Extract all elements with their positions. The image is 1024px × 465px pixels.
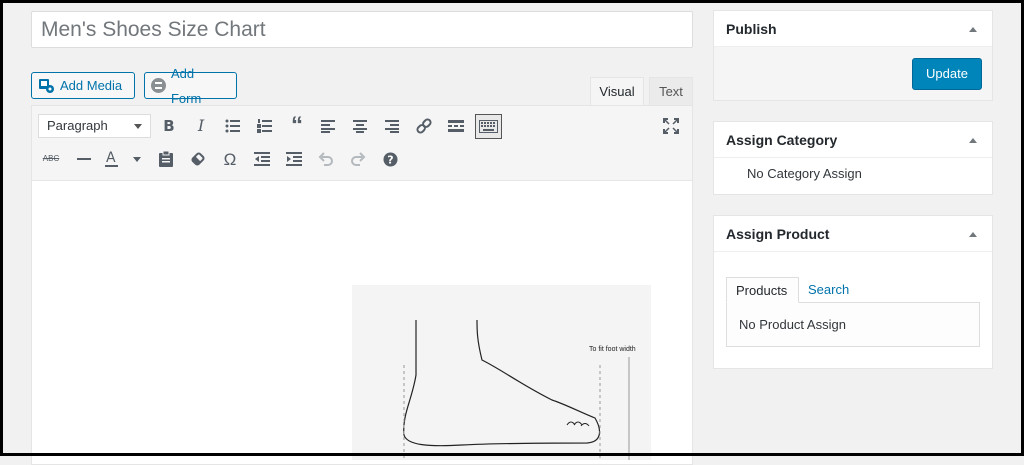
assign-product-header[interactable]: Assign Product xyxy=(714,216,992,252)
outdent-icon[interactable] xyxy=(250,147,274,171)
assign-category-header[interactable]: Assign Category xyxy=(714,122,992,158)
paste-text-icon[interactable] xyxy=(154,147,178,171)
redo-icon[interactable] xyxy=(346,147,370,171)
media-icon xyxy=(38,77,55,94)
indent-icon[interactable] xyxy=(282,147,306,171)
italic-icon[interactable]: I xyxy=(189,114,213,138)
read-more-icon[interactable] xyxy=(444,114,468,138)
publish-box-title: Publish xyxy=(726,21,777,37)
update-button[interactable]: Update xyxy=(912,58,982,90)
toolbar-toggle-icon[interactable] xyxy=(475,114,502,139)
product-empty-text: No Product Assign xyxy=(726,302,980,347)
blockquote-icon[interactable]: “ xyxy=(285,114,309,138)
fullscreen-icon[interactable] xyxy=(659,114,683,138)
publish-box: Publish Update xyxy=(713,10,993,101)
align-left-icon[interactable] xyxy=(316,114,340,138)
bulleted-list-icon[interactable] xyxy=(221,114,245,138)
horizontal-line-icon[interactable] xyxy=(72,147,96,171)
content-editor: Paragraph B I “ ABC A Ω ? To fit foot wi… xyxy=(31,105,693,465)
collapse-arrow-icon[interactable] xyxy=(969,232,977,237)
category-empty-text: No Category Assign xyxy=(747,166,862,181)
tab-products[interactable]: Products xyxy=(726,277,799,303)
add-form-label: Add Form xyxy=(170,65,202,106)
editor-content-area[interactable]: To fit foot width xyxy=(32,181,692,464)
editor-toolbar: Paragraph B I “ ABC A Ω ? xyxy=(32,106,692,181)
foot-width-label: To fit foot width xyxy=(589,346,636,353)
add-media-button[interactable]: Add Media xyxy=(31,72,135,99)
align-center-icon[interactable] xyxy=(348,114,372,138)
publish-actions: Update xyxy=(714,47,992,100)
foot-diagram-image: To fit foot width xyxy=(352,285,651,460)
assign-product-title: Assign Product xyxy=(726,226,830,242)
numbered-list-icon[interactable] xyxy=(253,114,277,138)
strikethrough-icon[interactable]: ABC xyxy=(39,147,63,171)
help-icon[interactable]: ? xyxy=(378,147,402,171)
collapse-arrow-icon[interactable] xyxy=(969,138,977,143)
special-character-icon[interactable]: Ω xyxy=(218,147,242,171)
align-right-icon[interactable] xyxy=(380,114,404,138)
add-form-button[interactable]: Add Form xyxy=(144,66,237,106)
tab-visual[interactable]: Visual xyxy=(590,77,644,106)
text-color-icon[interactable]: A xyxy=(102,147,142,171)
collapse-arrow-icon[interactable] xyxy=(969,27,977,32)
assign-product-box: Assign Product Products Search No Produc… xyxy=(713,215,993,369)
svg-text:A: A xyxy=(106,150,116,166)
assign-category-box: Assign Category No Category Assign xyxy=(713,121,993,195)
assign-category-title: Assign Category xyxy=(726,132,838,148)
svg-text:?: ? xyxy=(387,153,393,166)
clear-formatting-icon[interactable] xyxy=(186,147,210,171)
format-select[interactable]: Paragraph xyxy=(38,114,151,138)
publish-box-header[interactable]: Publish xyxy=(714,11,992,47)
link-icon[interactable] xyxy=(412,114,436,138)
add-media-label: Add Media xyxy=(60,78,123,93)
tab-text[interactable]: Text xyxy=(649,77,693,106)
tab-search[interactable]: Search xyxy=(799,277,859,303)
post-title-input[interactable]: Men's Shoes Size Chart xyxy=(31,11,693,48)
bold-icon[interactable]: B xyxy=(157,114,181,138)
undo-icon[interactable] xyxy=(314,147,338,171)
form-icon xyxy=(151,78,166,93)
